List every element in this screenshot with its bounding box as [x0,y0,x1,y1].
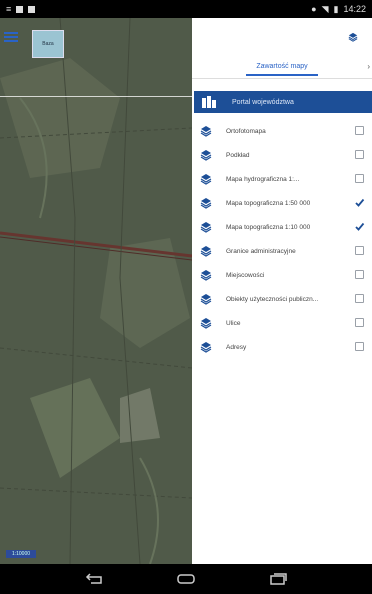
layer-item[interactable]: Mapa hydrograficzna 1:... [192,167,372,191]
status-bar: ≡ ● ◥ ▮ 14:22 [0,0,372,18]
clock: 14:22 [343,4,366,14]
layer-item[interactable]: Miejscowości [192,263,372,287]
navigation-bar [0,564,372,594]
layers-icon [200,246,212,257]
layers-icon [200,222,212,233]
basemap-thumbnail[interactable]: Baza [32,30,64,58]
app-notification-icon [16,5,24,13]
layer-checkbox[interactable] [355,174,364,183]
layer-label: Obiekty użyteczności publiczn... [226,295,319,303]
back-icon[interactable] [83,572,105,586]
battery-icon: ▮ [333,3,339,14]
layer-item[interactable]: Obiekty użyteczności publiczn... [192,287,372,311]
layer-checkbox[interactable] [355,270,364,279]
home-icon[interactable] [175,572,197,586]
layers-icon [200,318,212,329]
layer-label: Miejscowości [226,271,265,279]
wifi-icon: ◥ [321,3,329,14]
layer-list: Ortofotomapa Podkład Mapa hydrograficzna 1… [192,119,372,359]
layers-icon [200,150,212,161]
layer-checkbox[interactable] [355,150,364,159]
layer-label: Mapa hydrograficzna 1:... [226,175,300,183]
layer-label: Ortofotomapa [226,127,266,135]
layer-label: Ulice [226,319,241,327]
layers-icon [200,126,212,137]
layer-item[interactable]: Mapa topograficzna 1:10 000 [192,215,372,239]
layers-icon [200,294,212,305]
layer-label: Podkład [226,151,250,159]
layer-label: Mapa topograficzna 1:50 000 [226,199,311,207]
tab-map-content[interactable]: Zawartość mapy [246,59,318,76]
image-notification-icon [28,5,36,13]
layers-icon [200,270,212,281]
layer-checkbox[interactable] [355,126,364,135]
layer-checkbox[interactable] [355,198,365,207]
portal-label: Portal województwa [232,98,294,106]
portal-logo-icon [202,96,220,108]
layers-icon [200,198,212,209]
layer-item[interactable]: Mapa topograficzna 1:50 000 [192,191,372,215]
divider [0,96,192,97]
map-dim-overlay [0,18,192,564]
layer-item[interactable]: Podkład [192,143,372,167]
layer-checkbox[interactable] [355,294,364,303]
layer-checkbox[interactable] [355,246,364,255]
layers-icon [200,342,212,353]
layer-item[interactable]: Ulice [192,311,372,335]
layer-checkbox[interactable] [355,342,364,351]
layer-checkbox[interactable] [355,222,365,231]
layer-label: Adresy [226,343,247,351]
tab-bar: Zawartość mapy › [192,56,372,79]
notification-icon: ≡ [6,4,12,14]
layer-checkbox[interactable] [355,318,364,327]
location-icon: ● [311,4,317,14]
map-content-panel: Zawartość mapy › Portal województwa Orto… [192,18,372,564]
panel-header [192,18,372,56]
scale-bar: 1:10000 [6,550,36,558]
layer-item[interactable]: Ortofotomapa [192,119,372,143]
map-view[interactable]: Baza 1:10000 [0,18,192,564]
recent-apps-icon[interactable] [267,572,289,586]
portal-header[interactable]: Portal województwa [194,91,372,113]
layers-icon [200,174,212,185]
menu-icon[interactable] [4,30,18,44]
layer-item[interactable]: Granice administracyjne [192,239,372,263]
layer-label: Granice administracyjne [226,247,296,255]
layers-icon[interactable] [348,32,358,42]
chevron-right-icon[interactable]: › [367,62,370,71]
layer-item[interactable]: Adresy [192,335,372,359]
layer-label: Mapa topograficzna 1:10 000 [226,223,311,231]
